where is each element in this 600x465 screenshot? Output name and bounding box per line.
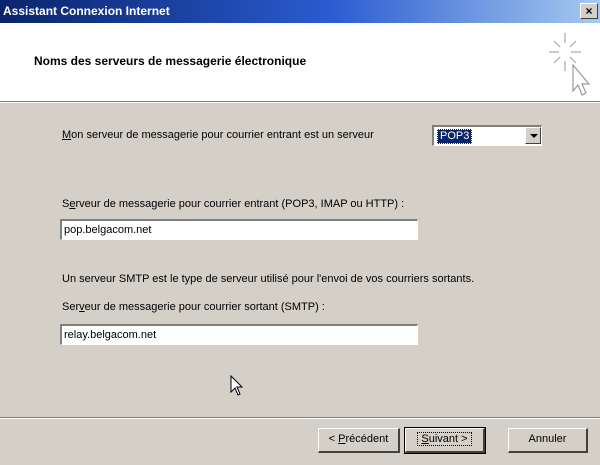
close-button[interactable]: × <box>580 3 598 19</box>
close-icon: × <box>585 4 593 18</box>
chevron-down-icon[interactable] <box>525 127 541 144</box>
smtp-note: Un serveur SMTP est le type de serveur u… <box>62 273 475 285</box>
footer-separator <box>0 417 600 419</box>
wizard-body: Mon serveur de messagerie pour courrier … <box>0 103 600 465</box>
incoming-server-label: Serveur de messagerie pour courrier entr… <box>62 198 405 210</box>
incoming-server-input[interactable]: pop.belgacom.net <box>60 219 418 240</box>
window-title: Assistant Connexion Internet <box>3 4 170 18</box>
server-type-selected: POP3 <box>437 129 473 144</box>
page-title: Noms des serveurs de messagerie électron… <box>34 54 307 68</box>
title-bar: Assistant Connexion Internet × <box>0 0 600 23</box>
server-type-select[interactable]: POP3 <box>432 125 542 146</box>
outgoing-server-input[interactable]: relay.belgacom.net <box>60 324 418 345</box>
outgoing-server-label: Serveur de messagerie pour courrier sort… <box>62 301 325 313</box>
back-button[interactable]: < Précédent <box>318 428 400 453</box>
cancel-button[interactable]: Annuler <box>508 428 588 453</box>
next-button[interactable]: Suivant > <box>404 427 486 454</box>
wizard-wand-icon <box>549 33 591 96</box>
incoming-type-label: Mon serveur de messagerie pour courrier … <box>62 129 374 141</box>
mouse-pointer-icon <box>230 375 244 396</box>
wizard-header: Noms des serveurs de messagerie électron… <box>0 23 600 101</box>
